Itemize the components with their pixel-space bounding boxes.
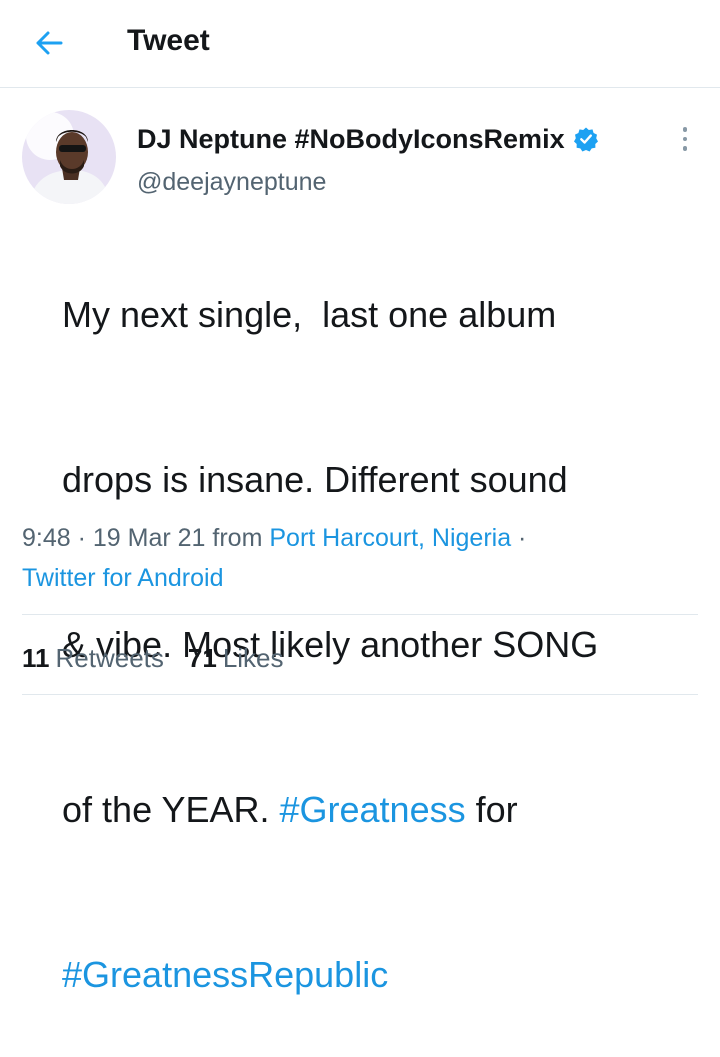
tweet-line: of the YEAR. #Greatness for: [22, 727, 702, 892]
tweet-time: 9:48: [22, 524, 71, 552]
source-link[interactable]: Twitter for Android: [22, 564, 223, 592]
tweet-text-segment: for: [465, 789, 518, 830]
verified-badge-icon: [573, 126, 599, 152]
author-handle[interactable]: @deejayneptune: [137, 168, 326, 197]
avatar[interactable]: [22, 110, 116, 204]
tweet-date: 19 Mar 21: [92, 524, 206, 552]
arrow-left-icon: [36, 31, 63, 55]
divider: [22, 614, 698, 615]
likes-label: Likes: [222, 642, 284, 673]
tweet-text-segment: drops is insane. Different sound: [62, 459, 568, 500]
meta-separator: ·: [70, 524, 93, 552]
retweets-stat[interactable]: 11 Retweets: [22, 643, 164, 674]
meta-separator: ·: [511, 524, 527, 552]
divider: [22, 694, 698, 695]
author-display-name: DJ Neptune #NoBodyIconsRemix: [137, 123, 565, 154]
likes-stat[interactable]: 71 Likes: [188, 643, 284, 674]
retweets-label: Retweets: [55, 642, 164, 673]
tweet-text-segment: My next single, last one album: [62, 294, 557, 335]
retweets-count: 11: [22, 642, 50, 673]
more-vertical-icon: [682, 127, 688, 132]
top-bar: Tweet: [0, 0, 720, 88]
location-link[interactable]: Port Harcourt, Nigeria: [269, 524, 511, 552]
tweet-line: My next single, last one album: [22, 232, 702, 397]
tweet-text-segment: of the YEAR.: [62, 789, 280, 830]
more-options-button[interactable]: [672, 124, 698, 154]
from-label: from: [205, 524, 270, 552]
author-name-row[interactable]: DJ Neptune #NoBodyIconsRemix: [137, 121, 599, 157]
hashtag-link[interactable]: #GreatnessRepublic: [62, 954, 388, 995]
hashtag-link[interactable]: #Greatness: [279, 789, 465, 830]
back-button[interactable]: [32, 26, 66, 60]
tweet-line: #GreatnessRepublic: [22, 892, 702, 1057]
page-title: Tweet: [127, 24, 210, 57]
likes-count: 71: [187, 642, 217, 673]
engagement-stats: 11 Retweets 71 Likes: [22, 640, 284, 676]
tweet-meta: 9:48 · 19 Mar 21 from Port Harcourt, Nig…: [22, 518, 702, 598]
